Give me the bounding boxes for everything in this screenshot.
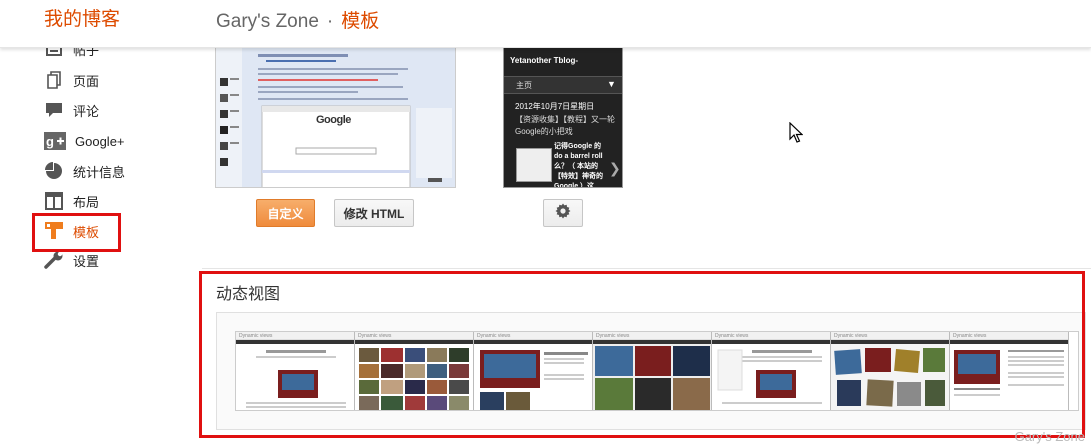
- sidebar-item-label: 设置: [73, 253, 100, 269]
- mobile-menu-label: 主页: [516, 81, 532, 90]
- stats-pie-icon: [44, 161, 64, 181]
- layout-icon: [44, 191, 64, 211]
- dynamic-views-highlight-box: [199, 271, 1085, 438]
- sidebar-item-google-plus[interactable]: g Google+: [44, 129, 125, 153]
- edit-html-button[interactable]: 修改 HTML: [334, 199, 414, 227]
- mobile-settings-button[interactable]: [543, 199, 583, 227]
- google-plus-icon: g: [44, 131, 66, 151]
- mobile-post-title: 【资源收集】【教程】又一轮Google的小把戏: [515, 115, 615, 136]
- sidebar-item-label: 评论: [73, 103, 100, 119]
- mobile-template-preview[interactable]: Yetanother Tblog- 主页 ▼ 2012年10月7日星期日 【资源…: [503, 48, 623, 188]
- section-name: 模板: [341, 11, 380, 32]
- current-template-preview[interactable]: Google: [215, 48, 456, 188]
- title-separator: ·: [326, 11, 334, 32]
- gear-icon: [555, 203, 571, 224]
- sidebar-item-label: 统计信息: [73, 164, 126, 180]
- svg-text:g: g: [46, 134, 54, 149]
- comment-icon: [44, 100, 64, 120]
- sidebar-item-stats[interactable]: 统计信息: [44, 159, 125, 183]
- wrench-icon: [44, 250, 64, 270]
- section-divider: [202, 268, 1091, 269]
- blogger-template-page: 我的博客 Gary's Zone · 模板 帖子 页面 评论 g Google+…: [0, 0, 1091, 446]
- sidebar-item-label: 布局: [73, 194, 100, 210]
- my-blog-link[interactable]: 我的博客: [44, 4, 120, 31]
- sidebar-item-layout[interactable]: 布局: [44, 189, 99, 213]
- dropdown-arrow-icon: ▼: [607, 79, 616, 89]
- mobile-blog-title: Yetanother Tblog-: [510, 56, 578, 65]
- top-header: 我的博客 Gary's Zone · 模板: [0, 0, 1091, 48]
- mobile-post-date: 2012年10月7日星期日: [515, 102, 595, 111]
- sidebar-item-pages[interactable]: 页面: [44, 68, 99, 92]
- sidebar-item-comments[interactable]: 评论: [44, 98, 99, 122]
- mobile-post-excerpt: 记得Google 的 do a barrel roll么？（ 本站的【特效】神奇…: [554, 143, 603, 188]
- blog-name[interactable]: Gary's Zone: [216, 11, 319, 32]
- chevron-right-icon[interactable]: ❯: [609, 160, 621, 177]
- google-logo-text: Google: [316, 114, 351, 126]
- template-highlight-box: [32, 213, 121, 252]
- page-title: Gary's Zone · 模板: [216, 6, 379, 33]
- mouse-cursor-icon: [789, 121, 804, 149]
- customize-button[interactable]: 自定义: [256, 199, 315, 227]
- page-icon: [44, 70, 64, 90]
- sidebar-item-label: 页面: [73, 73, 100, 89]
- sidebar-item-label: Google+: [75, 133, 125, 149]
- watermark-text: Gary's Zone: [1014, 429, 1085, 444]
